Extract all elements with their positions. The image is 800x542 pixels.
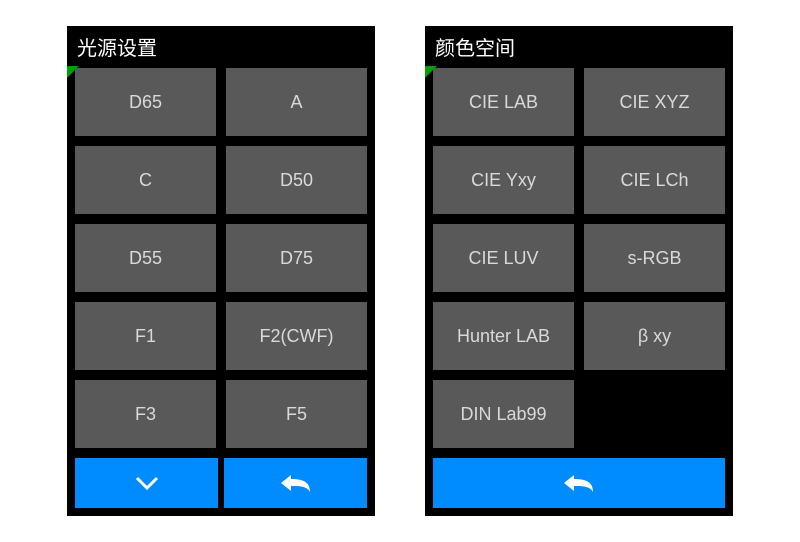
option-hunter-lab[interactable]: Hunter LAB xyxy=(433,302,574,370)
header: 光源设置 xyxy=(67,26,375,66)
light-source-screen: 光源设置 D65 A C D50 D55 D75 F1 F2(CWF) F3 F… xyxy=(67,26,375,516)
options-grid: CIE LAB CIE XYZ CIE Yxy CIE LCh CIE LUV … xyxy=(425,66,733,458)
back-button[interactable] xyxy=(433,458,725,508)
option-d55[interactable]: D55 xyxy=(75,224,216,292)
option-f2cwf[interactable]: F2(CWF) xyxy=(226,302,367,370)
option-c[interactable]: C xyxy=(75,146,216,214)
option-beta-xy[interactable]: β xy xyxy=(584,302,725,370)
option-d50[interactable]: D50 xyxy=(226,146,367,214)
option-a[interactable]: A xyxy=(226,68,367,136)
option-d75[interactable]: D75 xyxy=(226,224,367,292)
header: 颜色空间 xyxy=(425,26,733,66)
footer xyxy=(425,458,733,516)
options-grid: D65 A C D50 D55 D75 F1 F2(CWF) F3 F5 xyxy=(67,66,375,458)
chevron-down-icon xyxy=(131,471,163,495)
option-srgb[interactable]: s-RGB xyxy=(584,224,725,292)
back-arrow-icon xyxy=(279,472,313,494)
option-f1[interactable]: F1 xyxy=(75,302,216,370)
page-title: 光源设置 xyxy=(77,32,157,61)
option-din-lab99[interactable]: DIN Lab99 xyxy=(433,380,574,448)
selection-corner-mark xyxy=(425,66,437,78)
option-d65[interactable]: D65 xyxy=(75,68,216,136)
page-title: 颜色空间 xyxy=(435,32,515,61)
option-cie-lab[interactable]: CIE LAB xyxy=(433,68,574,136)
option-cie-yxy[interactable]: CIE Yxy xyxy=(433,146,574,214)
option-cie-xyz[interactable]: CIE XYZ xyxy=(584,68,725,136)
scroll-down-button[interactable] xyxy=(75,458,218,508)
back-arrow-icon xyxy=(562,472,596,494)
option-cie-luv[interactable]: CIE LUV xyxy=(433,224,574,292)
option-f5[interactable]: F5 xyxy=(226,380,367,448)
color-space-screen: 颜色空间 CIE LAB CIE XYZ CIE Yxy CIE LCh CIE… xyxy=(425,26,733,516)
footer xyxy=(67,458,375,516)
option-f3[interactable]: F3 xyxy=(75,380,216,448)
selection-corner-mark xyxy=(67,66,79,78)
option-cie-lch[interactable]: CIE LCh xyxy=(584,146,725,214)
back-button[interactable] xyxy=(224,458,367,508)
